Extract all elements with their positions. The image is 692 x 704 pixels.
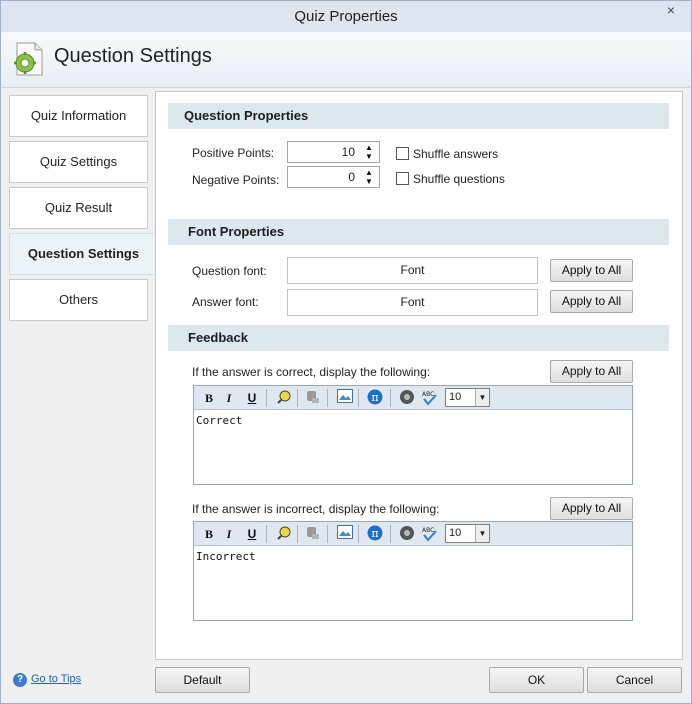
- formula-pi-icon[interactable]: π: [366, 389, 384, 407]
- sidebar-item-label: Question Settings: [27, 246, 140, 261]
- correct-feedback-editor[interactable]: B I U π ABC 10 ▼ Correct: [193, 385, 633, 485]
- go-to-tips-link[interactable]: ? Go to Tips: [13, 673, 81, 687]
- positive-points-label: Positive Points:: [192, 146, 275, 160]
- gear-document-icon: [14, 42, 43, 76]
- bold-icon[interactable]: B: [200, 525, 218, 543]
- answer-font-label: Answer font:: [192, 295, 259, 309]
- audio-disabled-icon[interactable]: [304, 389, 322, 407]
- chevron-down-icon[interactable]: ▼: [475, 389, 489, 406]
- title-bar: Quiz Properties ×: [0, 0, 692, 32]
- ok-button[interactable]: OK: [489, 667, 584, 693]
- cancel-button[interactable]: Cancel: [587, 667, 682, 693]
- underline-icon[interactable]: U: [243, 389, 261, 407]
- sidebar-item-question-settings[interactable]: Question Settings: [9, 233, 157, 275]
- positive-points-value: 10: [341, 145, 355, 159]
- window-title: Quiz Properties: [294, 8, 398, 25]
- question-font-button[interactable]: Font: [287, 257, 538, 284]
- correct-feedback-label: If the answer is correct, display the fo…: [192, 365, 431, 379]
- record-icon[interactable]: [398, 389, 416, 407]
- default-button[interactable]: Default: [155, 667, 250, 693]
- chevron-down-icon[interactable]: ▼: [475, 525, 489, 542]
- negative-points-stepper[interactable]: 0 ▲ ▼: [287, 166, 380, 188]
- image-icon[interactable]: [336, 525, 354, 543]
- spellcheck-abc: ABC: [422, 527, 434, 534]
- formula-pi-icon[interactable]: π: [366, 525, 384, 543]
- editor-toolbar: B I U π ABC 10 ▼: [194, 386, 632, 410]
- sidebar-item-label: Others: [58, 292, 98, 307]
- editor-toolbar: B I U π ABC 10 ▼: [194, 522, 632, 546]
- font-size-value: 10: [449, 527, 462, 539]
- section-question-properties: Question Properties: [168, 103, 669, 129]
- spellcheck-abc: ABC: [422, 391, 434, 398]
- stepper-arrows-icon[interactable]: ▲ ▼: [362, 168, 376, 186]
- shuffle-questions-checkbox[interactable]: [396, 172, 409, 185]
- italic-icon[interactable]: I: [220, 389, 238, 407]
- page-title: Question Settings: [54, 45, 212, 67]
- italic-icon[interactable]: I: [220, 525, 238, 543]
- incorrect-feedback-label: If the answer is incorrect, display the …: [192, 502, 440, 516]
- font-size-select[interactable]: 10 ▼: [445, 388, 490, 407]
- apply-question-font-button[interactable]: Apply to All: [550, 259, 633, 282]
- font-size-select[interactable]: 10 ▼: [445, 524, 490, 543]
- section-font-properties: Font Properties: [168, 219, 669, 245]
- positive-points-stepper[interactable]: 10 ▲ ▼: [287, 141, 380, 163]
- sidebar-item-quiz-result[interactable]: Quiz Result: [9, 187, 148, 229]
- apply-answer-font-button[interactable]: Apply to All: [550, 290, 633, 313]
- question-font-label: Question font:: [192, 264, 267, 278]
- sidebar-item-label: Quiz Result: [44, 200, 113, 215]
- sidebar-item-quiz-information[interactable]: Quiz Information: [9, 95, 148, 137]
- incorrect-feedback-editor[interactable]: B I U π ABC 10 ▼ Incorrect: [193, 521, 633, 621]
- tips-label: Go to Tips: [31, 673, 82, 685]
- spellcheck-icon[interactable]: ABC: [421, 525, 439, 543]
- shuffle-questions-label: Shuffle questions: [413, 172, 505, 186]
- sidebar-item-quiz-settings[interactable]: Quiz Settings: [9, 141, 148, 183]
- section-feedback: Feedback: [168, 325, 669, 351]
- record-icon[interactable]: [398, 525, 416, 543]
- sidebar-item-others[interactable]: Others: [9, 279, 148, 321]
- sidebar-item-label: Quiz Information: [30, 108, 127, 123]
- close-icon[interactable]: ×: [657, 1, 685, 21]
- sidebar-item-label: Quiz Settings: [39, 154, 118, 169]
- audio-disabled-icon[interactable]: [304, 525, 322, 543]
- pi-symbol: π: [371, 527, 378, 540]
- underline-icon[interactable]: U: [243, 525, 261, 543]
- spellcheck-icon[interactable]: ABC: [421, 389, 439, 407]
- font-size-value: 10: [449, 391, 462, 403]
- apply-incorrect-feedback-button[interactable]: Apply to All: [550, 497, 633, 520]
- stepper-arrows-icon[interactable]: ▲ ▼: [362, 143, 376, 161]
- image-icon[interactable]: [336, 389, 354, 407]
- page-header: Question Settings: [0, 32, 692, 88]
- highlight-icon[interactable]: [275, 389, 293, 407]
- incorrect-feedback-text[interactable]: Incorrect: [196, 550, 256, 563]
- answer-font-button[interactable]: Font: [287, 289, 538, 316]
- negative-points-value: 0: [348, 170, 355, 184]
- help-icon: ?: [13, 673, 27, 687]
- highlight-icon[interactable]: [275, 525, 293, 543]
- correct-feedback-text[interactable]: Correct: [196, 414, 242, 427]
- bold-icon[interactable]: B: [200, 389, 218, 407]
- apply-correct-feedback-button[interactable]: Apply to All: [550, 360, 633, 383]
- pi-symbol: π: [371, 391, 378, 404]
- shuffle-answers-checkbox[interactable]: [396, 147, 409, 160]
- negative-points-label: Negative Points:: [192, 173, 280, 187]
- shuffle-answers-label: Shuffle answers: [413, 147, 499, 161]
